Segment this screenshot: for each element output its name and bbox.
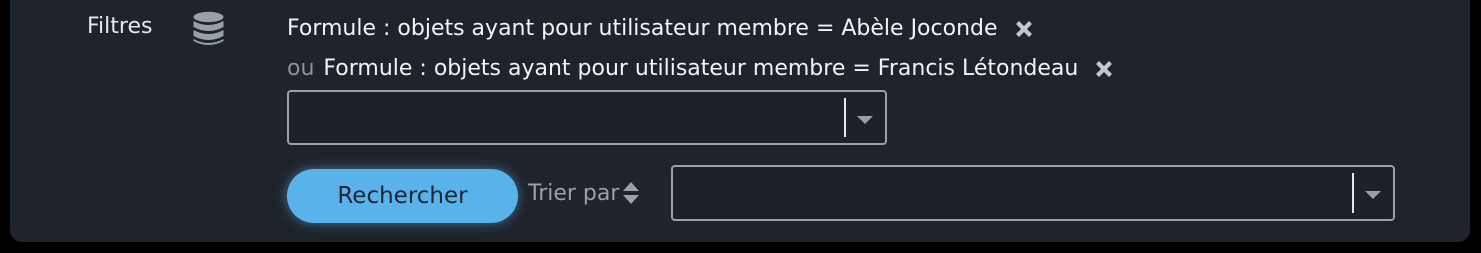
close-x-icon[interactable] bbox=[1012, 17, 1036, 41]
filter-rule-2: ou Formule : objets ayant pour utilisate… bbox=[287, 56, 1116, 81]
search-button[interactable]: Rechercher bbox=[287, 169, 518, 223]
chevron-down-icon[interactable] bbox=[857, 115, 873, 124]
close-x-icon[interactable] bbox=[1092, 57, 1116, 81]
select-separator bbox=[1352, 173, 1354, 213]
sort-by-select[interactable] bbox=[671, 165, 1395, 221]
filters-label: Filtres bbox=[87, 14, 153, 39]
chevron-down-icon[interactable] bbox=[1365, 191, 1381, 199]
sort-by-label: Trier par bbox=[528, 180, 620, 206]
filter-rule-text: Formule : objets ayant pour utilisateur … bbox=[287, 16, 998, 41]
sort-up-down-icon bbox=[623, 182, 640, 204]
add-filter-select[interactable] bbox=[287, 90, 887, 145]
filter-rule-text: Formule : objets ayant pour utilisateur … bbox=[323, 56, 1079, 81]
database-icon bbox=[193, 11, 224, 45]
select-separator bbox=[844, 98, 846, 137]
filter-rule-1: Formule : objets ayant pour utilisateur … bbox=[287, 16, 1036, 41]
sort-by-control[interactable]: Trier par bbox=[528, 179, 641, 207]
or-connector: ou bbox=[287, 56, 315, 81]
